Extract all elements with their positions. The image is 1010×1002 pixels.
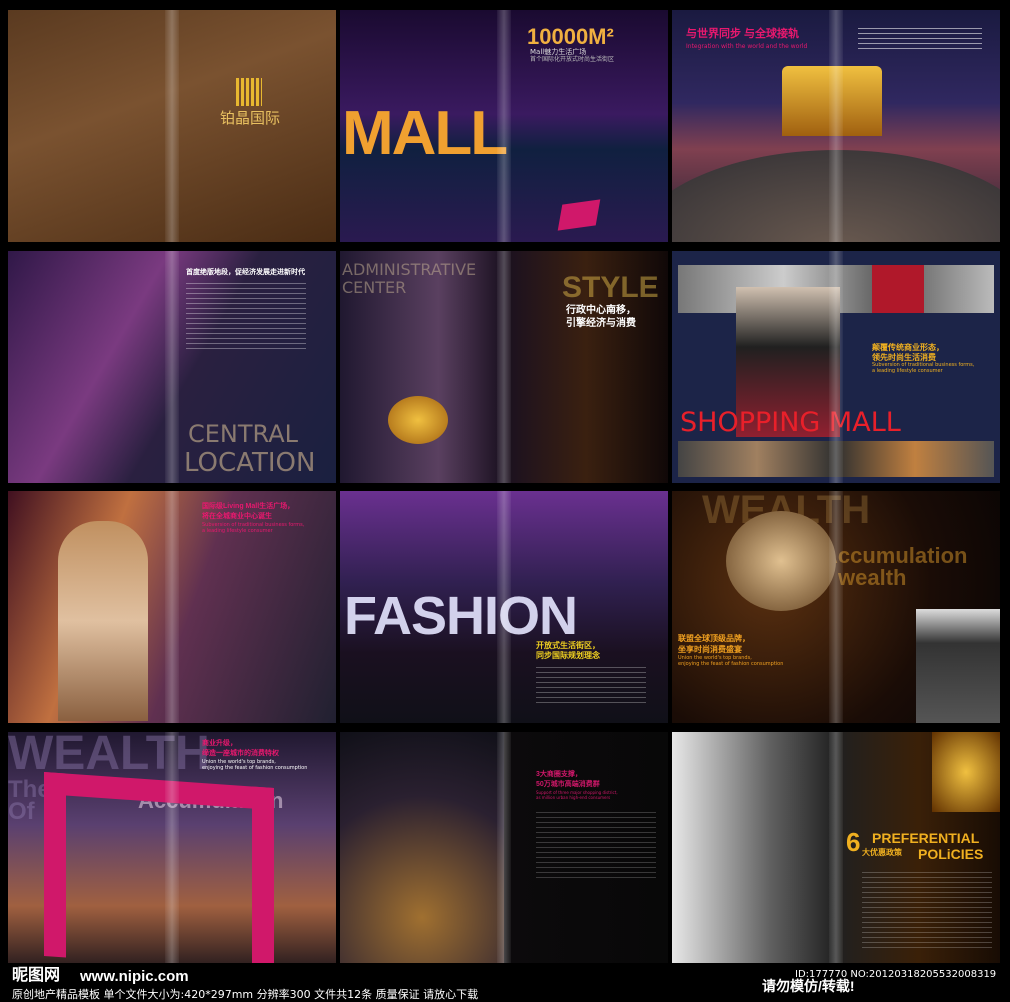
- wealth-title1: 联盟全球顶级品牌，: [678, 634, 750, 643]
- wealth-title2: 坐享时尚消费盛宴: [678, 645, 742, 654]
- consumption-en2: enjoying the feast of fashion consumptio…: [202, 765, 308, 771]
- spread-fashion: FASHION 开放式生活街区， 同步国际规划理念: [340, 491, 668, 723]
- spread-central-location: 首度绝版地段，促经济发展走进新时代 CENTRAL LOCATION: [8, 251, 336, 483]
- districts-en2: as million urban high-end consumers: [536, 795, 611, 800]
- cube-decoration: [557, 199, 601, 231]
- body-text: [536, 667, 646, 707]
- site-desc: 原创地产精品模板 单个文件大小为:420*297mm 分辨率300 文件共12条…: [12, 988, 479, 1001]
- living-title2: 将在全城商业中心诞生: [202, 513, 272, 520]
- magenta-frame: [44, 771, 274, 964]
- body-text: [862, 872, 992, 952]
- photo-strip-top: [678, 265, 994, 313]
- gold-nugget-image: [388, 396, 448, 444]
- fashion-title1: 开放式生活街区，: [536, 641, 600, 650]
- world-title: 与世界同步 与全球接轨: [686, 28, 800, 40]
- arch-image: [782, 66, 882, 136]
- area-heading: 10000M²: [527, 24, 614, 49]
- admin-title1: 行政中心南移，: [566, 305, 636, 316]
- shopping-title1: 颠覆传统商业形态，: [872, 343, 944, 352]
- man-in-hat-image: [916, 609, 1000, 723]
- center-word: CENTER: [342, 278, 407, 297]
- watermark-footer: 昵图网 www.nipic.com 原创地产精品模板 单个文件大小为:420*2…: [0, 963, 1010, 1001]
- area-sub2: 首个国际化开放式时尚生活街区: [530, 56, 615, 63]
- red-block: [872, 265, 924, 313]
- living-title1: 国际级Living Mall生活广场，: [202, 503, 295, 510]
- location-word: LOCATION: [184, 448, 316, 478]
- spread-mall: MALL 10000M² Mall魅力生活广场 首个国际化开放式时尚生活街区: [340, 10, 668, 242]
- spread-shopping-mall: 颠覆传统商业形态， 领先时尚生活消费 Subversion of traditi…: [672, 251, 1000, 483]
- spread-consumption: WEALTH The Of Accumulation 商业升级， 缔造一座城市的…: [8, 732, 336, 964]
- living-en2: a leading lifestyle consumer: [202, 528, 273, 534]
- model-image: [58, 521, 148, 721]
- central-word: CENTRAL: [188, 420, 299, 448]
- policies-title: 大优惠政策: [862, 848, 902, 857]
- wealth-word-3: WEALTH: [8, 732, 210, 780]
- shopping-title2: 领先时尚生活消费: [872, 353, 936, 362]
- spread-policies: 6 PREFERENTIAL 大优惠政策 POLiCIES: [672, 732, 1000, 964]
- policies-en2: POLiCIES: [918, 846, 984, 862]
- shopping-en2: a leading lifestyle consumer: [872, 368, 943, 374]
- night-street-image: [340, 732, 504, 964]
- consumption-title1: 商业升级，: [202, 740, 237, 747]
- building-logo-icon: [236, 78, 262, 106]
- spread-administrative: ADMINISTRATIVE CENTER STYLE 行政中心南移， 引擎经济…: [340, 251, 668, 483]
- body-text: [858, 28, 982, 52]
- gold-nugget-image: [932, 732, 1000, 812]
- site-url: www.nipic.com: [80, 968, 189, 985]
- spread-cover: 铂晶国际: [8, 10, 336, 242]
- spread-wealth: WEALTH Accumulation wealth 联盟全球顶级品牌， 坐享时…: [672, 491, 1000, 723]
- central-title: 首度绝版地段，促经济发展走进新时代: [186, 269, 305, 276]
- shopping-mall-word: SHOPPING MALL: [680, 407, 901, 438]
- districts-title2: 50万城市高端消费群: [536, 781, 600, 788]
- spread-three-districts: 3大商圈支撑， 50万城市高端消费群 Support of three majo…: [340, 732, 668, 964]
- body-text: [536, 812, 656, 882]
- world-subtitle: Integration with the world and the world: [686, 43, 808, 50]
- wealth-word2: wealth: [838, 565, 907, 590]
- admin-title2: 引擎经济与消费: [566, 318, 636, 329]
- spread-living-mall: 国际级Living Mall生活广场， 将在全城商业中心诞生 Subversio…: [8, 491, 336, 723]
- districts-title1: 3大商圈支撑，: [536, 771, 582, 778]
- of-word: Of: [8, 798, 35, 825]
- spread-world: 与世界同步 与全球接轨 Integration with the world a…: [672, 10, 1000, 242]
- fashion-word: FASHION: [344, 586, 578, 646]
- wealth-en2: enjoying the feast of fashion consumptio…: [678, 661, 784, 667]
- jeweled-ball-image: [726, 511, 836, 611]
- fashion-title2: 同步国际规划理念: [536, 651, 600, 660]
- mall-word: MALL: [342, 99, 508, 168]
- globe-image: [672, 150, 1000, 242]
- logo-text: 铂晶国际: [220, 109, 281, 127]
- area-sub1: Mall魅力生活广场: [530, 48, 587, 56]
- policies-en1: PREFERENTIAL: [872, 830, 980, 846]
- policies-number: 6: [846, 827, 861, 857]
- photo-strip-bottom: [678, 441, 994, 477]
- site-logo: 昵图网: [12, 967, 61, 984]
- admin-word: ADMINISTRATIVE: [342, 260, 477, 279]
- consumption-title2: 缔造一座城市的消费特权: [202, 750, 279, 757]
- style-word: STYLE: [562, 271, 659, 304]
- warning-text: 请勿模仿/转载!: [762, 978, 855, 994]
- body-text: [186, 283, 306, 353]
